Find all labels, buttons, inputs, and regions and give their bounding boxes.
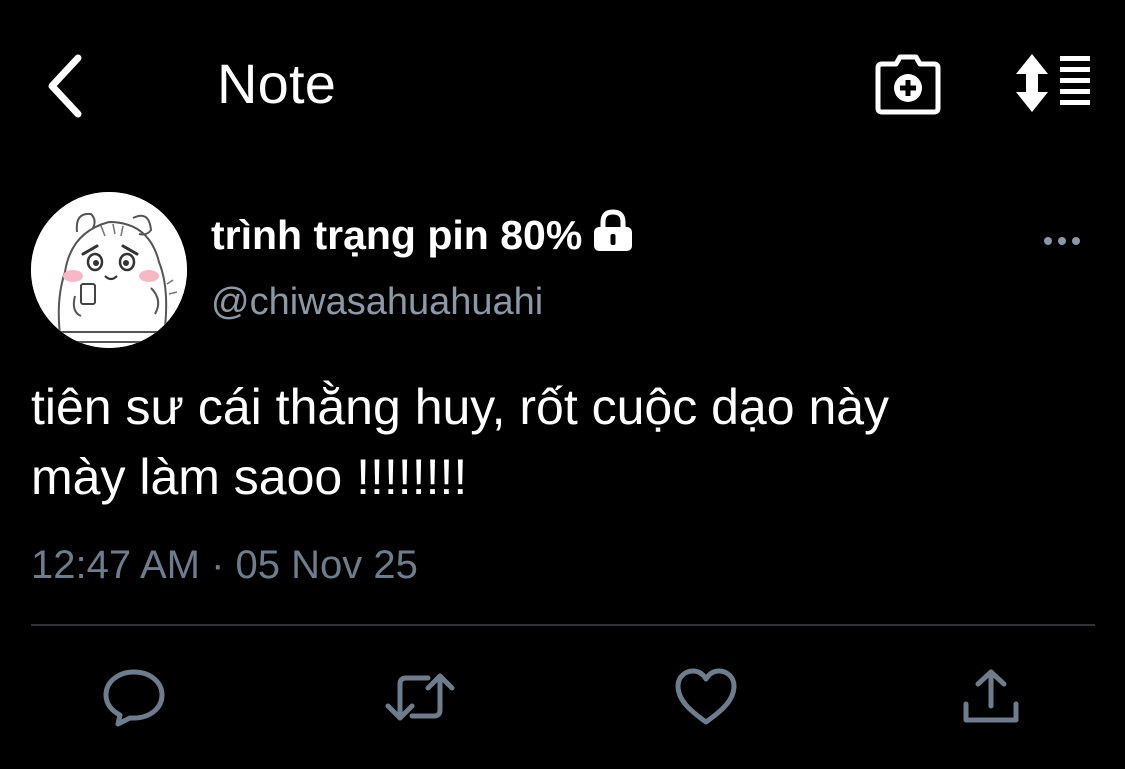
camera-plus-icon (875, 54, 941, 115)
sort-button[interactable] (1012, 52, 1092, 114)
like-button[interactable] (672, 664, 740, 730)
share-button[interactable] (958, 664, 1024, 730)
user-handle[interactable]: @chiwasahuahuahi (211, 276, 543, 328)
retweet-button[interactable] (382, 664, 458, 730)
more-dots-icon (1044, 237, 1080, 245)
hamster-avatar-image (31, 192, 187, 348)
chevron-left-icon (48, 54, 82, 118)
display-name-row: trình trạng pin 80% (211, 208, 634, 262)
sort-list-icon (1016, 54, 1090, 112)
share-icon (963, 669, 1019, 723)
tweet-text-line: tiên sư cái thằng huy, rốt cuộc dạo này (31, 379, 890, 435)
tweet-timestamp: 12:47 AM · 05 Nov 25 (31, 543, 418, 587)
back-button[interactable] (40, 52, 96, 120)
tweet-text-line: mày làm saoo !!!!!!!! (31, 449, 468, 505)
display-name[interactable]: trình trạng pin 80% (211, 208, 582, 262)
heart-icon (675, 668, 737, 725)
camera-button[interactable] (874, 54, 942, 116)
more-options-button[interactable] (1040, 226, 1084, 256)
reply-icon (103, 669, 165, 727)
retweet-icon (385, 673, 455, 721)
lock-icon (594, 209, 633, 251)
avatar[interactable] (31, 192, 187, 348)
divider (31, 624, 1095, 626)
reply-button[interactable] (100, 664, 168, 730)
tweet-text: tiên sư cái thằng huy, rốt cuộc dạo này … (31, 372, 1091, 512)
page-title: Note (217, 52, 337, 115)
